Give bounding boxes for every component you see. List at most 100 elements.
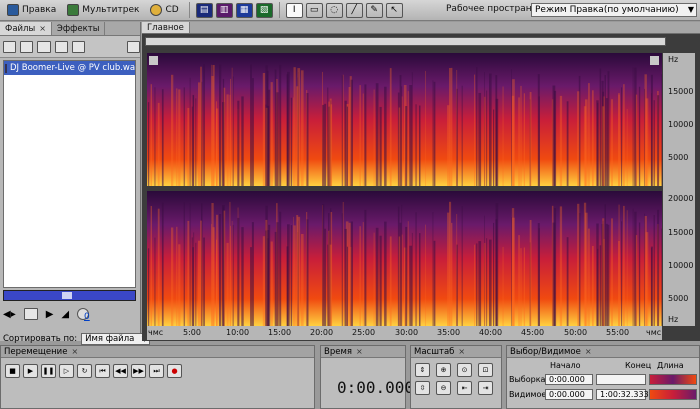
spectral-streak — [344, 228, 347, 326]
spectral-streak — [276, 92, 279, 186]
hud-corner-icon[interactable] — [149, 56, 158, 65]
files-panel: Файлы × Эффекты DJ Boomer-Live @ PV club… — [0, 22, 151, 362]
loop-play-icon[interactable]: ↻ — [77, 364, 92, 378]
horizontal-scrollbar[interactable] — [3, 290, 136, 301]
volume-value[interactable]: 0 — [84, 312, 90, 322]
close-icon[interactable]: × — [39, 24, 46, 33]
overview-bar[interactable] — [145, 37, 666, 46]
close-icon[interactable]: × — [458, 347, 465, 356]
spectral-streak — [279, 64, 282, 186]
lasso-tool-icon[interactable]: ◌ — [325, 2, 343, 18]
cd-view-button[interactable]: CD — [146, 2, 182, 19]
close-icon[interactable]: × — [71, 347, 78, 356]
spectral-streak — [250, 247, 252, 326]
close-file-icon[interactable] — [20, 40, 34, 53]
zoom-right-icon[interactable]: ⇥ — [478, 381, 493, 395]
sort-dropdown[interactable]: Имя файла ▼ — [81, 333, 151, 345]
tab-effects[interactable]: Эффекты — [52, 22, 106, 35]
time-tick-label: 25:00 — [352, 328, 376, 337]
spectral-streak — [518, 235, 520, 326]
cd-icon — [150, 4, 163, 16]
time-selection-tool-icon[interactable]: I — [285, 2, 303, 18]
spectral-streak — [618, 95, 620, 186]
selection-length-field[interactable] — [649, 374, 697, 385]
selection-end-field[interactable] — [596, 374, 646, 385]
spectral-view-button[interactable]: ▥ — [215, 2, 233, 18]
loop-icon[interactable] — [23, 308, 38, 320]
edit-file-icon[interactable] — [71, 40, 85, 53]
record-icon[interactable]: ● — [167, 364, 182, 378]
zoom-in-icon[interactable]: ⊕ — [436, 363, 451, 377]
spectral-streak — [327, 87, 329, 186]
spectral-streak — [577, 203, 580, 326]
brush-tool-icon[interactable]: ╱ — [345, 2, 363, 18]
rewind-icon[interactable]: ◀◀ — [113, 364, 128, 378]
multitrack-view-label: Мультитрек — [82, 5, 140, 15]
zoom-left-icon[interactable]: ⇤ — [457, 381, 472, 395]
time-tick-label: 45:00 — [521, 328, 545, 337]
list-item[interactable]: DJ Boomer-Live @ PV club.wav — [4, 61, 135, 75]
tab-main[interactable]: Главное — [142, 22, 190, 33]
fast-forward-icon[interactable]: ▶▶ — [131, 364, 146, 378]
spectral-streak — [364, 84, 367, 186]
spectral-streak — [425, 70, 426, 186]
go-to-start-icon[interactable]: ⏮ — [95, 364, 110, 378]
close-icon[interactable]: × — [585, 347, 592, 356]
spectral-streak — [362, 222, 364, 326]
open-file-icon[interactable] — [3, 40, 17, 53]
play-from-cursor-icon[interactable]: ▷ — [59, 364, 74, 378]
zoom-out-amplitude-icon[interactable]: ⇳ — [415, 381, 430, 395]
go-to-end-icon[interactable]: ⏭ — [149, 364, 164, 378]
view-end-field[interactable]: 1:00:32.333 — [596, 389, 649, 400]
spectral-streak — [161, 89, 164, 186]
spectral-streak — [229, 94, 231, 186]
spectral-streak — [328, 230, 330, 326]
insert-multitrack-icon[interactable] — [54, 40, 68, 53]
spectral-streak — [241, 96, 244, 186]
move-tool-icon[interactable]: ↖ — [385, 2, 403, 18]
pause-icon[interactable]: ❚❚ — [41, 364, 56, 378]
spectrogram[interactable] — [147, 53, 662, 326]
scrollbar-thumb[interactable] — [62, 292, 72, 299]
edit-view-button[interactable]: Правка — [3, 2, 60, 19]
selection-title: Выбор/Видимое — [510, 346, 581, 357]
selection-start-field[interactable]: 0:00.000 — [545, 374, 593, 385]
close-icon[interactable]: × — [356, 347, 363, 356]
spectral-pan-button[interactable]: ▦ — [235, 2, 253, 18]
spectral-streak — [461, 206, 463, 326]
spectral-streak — [375, 227, 379, 326]
spectral-streak — [618, 204, 620, 326]
play-icon[interactable]: ▶ — [23, 364, 38, 378]
spectral-streak — [407, 91, 409, 186]
spectral-streak — [223, 210, 226, 326]
spectral-streak — [653, 100, 655, 186]
phase-view-button[interactable]: ▧ — [255, 2, 273, 18]
spectral-streak — [447, 212, 450, 326]
multitrack-view-button[interactable]: Мультитрек — [63, 2, 143, 19]
spectral-streak — [290, 97, 293, 186]
marquee-tool-icon[interactable]: ▭ — [305, 2, 323, 18]
view-start-field[interactable]: 0:00.000 — [545, 389, 593, 400]
zoom-out-icon[interactable]: ⊖ — [436, 381, 451, 395]
spectral-streak — [602, 218, 605, 326]
time-ruler[interactable]: чмс 5:00 10:00 15:00 20:00 25:00 30:00 35:00 40:… — [147, 326, 662, 340]
spot-healing-tool-icon[interactable]: ✎ — [365, 2, 383, 18]
spectral-streak — [216, 239, 217, 326]
zoom-corner-icon[interactable] — [650, 56, 659, 65]
spectral-streak — [476, 243, 478, 326]
panel-options-icon[interactable] — [126, 40, 141, 53]
play-preview-icon[interactable]: ▶ — [46, 309, 54, 320]
zoom-full-icon[interactable]: ⊙ — [457, 363, 472, 377]
view-length-field[interactable] — [649, 389, 697, 400]
spectral-streak — [226, 94, 229, 186]
stop-icon[interactable]: ■ — [5, 364, 20, 378]
import-icon[interactable] — [37, 40, 51, 53]
spectral-streak — [389, 236, 392, 326]
workspace-dropdown[interactable]: Режим Правка(по умолчанию) ▼ — [531, 3, 697, 17]
waveform-view-button[interactable]: ▤ — [195, 2, 213, 18]
zoom-in-amplitude-icon[interactable]: ⇕ — [415, 363, 430, 377]
zoom-selection-icon[interactable]: ⊡ — [478, 363, 493, 377]
spectral-streak — [511, 95, 515, 186]
tab-files[interactable]: Файлы × — [0, 22, 52, 35]
autoplay-icon[interactable]: ◀▸ — [3, 309, 16, 320]
